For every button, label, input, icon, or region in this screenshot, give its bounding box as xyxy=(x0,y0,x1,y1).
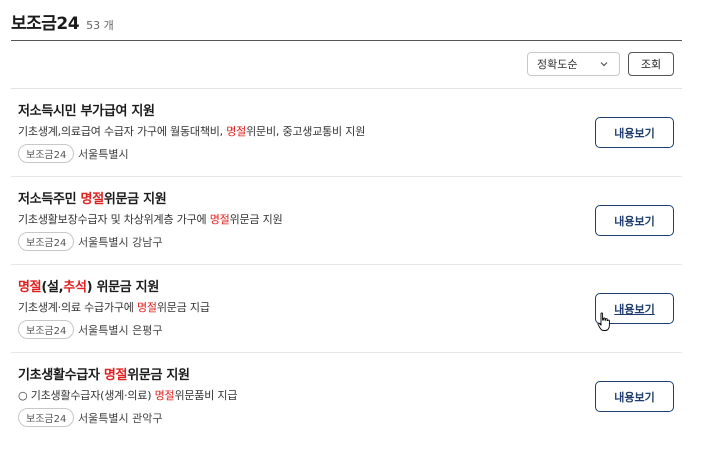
page-title: 보조금24 xyxy=(11,14,80,34)
item-description: 기초생활보장수급자 및 차상위계층 가구에 명절위문금 지원 xyxy=(18,213,283,226)
search-button[interactable]: 조회 xyxy=(628,52,674,76)
chevron-down-icon xyxy=(600,62,608,67)
source-tag: 보조금24 xyxy=(18,320,75,339)
page-header: 보조금24 53 개 xyxy=(11,9,114,34)
list-item: 기초생활수급자 명절위문금 지원 ○ 기초생활수급자(생계·의료) 명절위문품비… xyxy=(11,353,682,441)
view-details-button[interactable]: 내용보기 xyxy=(595,205,674,236)
sort-select-value: 정확도순 xyxy=(537,58,578,71)
view-details-button[interactable]: 내용보기 xyxy=(595,381,674,412)
item-region: 서울특별시 은평구 xyxy=(78,324,163,337)
item-title[interactable]: 명절(설,추석) 위문금 지원 xyxy=(18,276,159,295)
item-description: ○ 기초생활수급자(생계·의료) 명절위문품비 지급 xyxy=(18,389,238,402)
view-details-button[interactable]: 내용보기 xyxy=(595,117,674,148)
item-title[interactable]: 기초생활수급자 명절위문금 지원 xyxy=(18,364,190,383)
item-region: 서울특별시 관악구 xyxy=(78,412,163,425)
source-tag: 보조금24 xyxy=(18,408,75,427)
item-region: 서울특별시 강남구 xyxy=(78,236,163,249)
source-tag: 보조금24 xyxy=(18,144,75,163)
list-item: 저소득주민 명절위문금 지원 기초생활보장수급자 및 차상위계층 가구에 명절위… xyxy=(11,177,682,265)
source-tag: 보조금24 xyxy=(18,232,75,251)
item-region: 서울특별시 xyxy=(78,148,129,161)
item-description: 기초생계·의료 수급가구에 명절위문금 지급 xyxy=(18,301,210,314)
result-count: 53 개 xyxy=(86,19,114,32)
item-description: 기초생계,의료급여 수급자 가구에 월동대책비, 명절위문비, 중고생교통비 지… xyxy=(18,125,366,138)
list-item: 명절(설,추석) 위문금 지원 기초생계·의료 수급가구에 명절위문금 지급 보… xyxy=(11,265,682,353)
sort-select[interactable]: 정확도순 xyxy=(527,52,620,76)
list-item: 저소득시민 부가급여 지원 기초생계,의료급여 수급자 가구에 월동대책비, 명… xyxy=(11,89,682,177)
hand-pointer-icon xyxy=(597,312,610,331)
header-divider xyxy=(11,40,682,41)
item-title[interactable]: 저소득주민 명절위문금 지원 xyxy=(18,188,167,207)
item-title[interactable]: 저소득시민 부가급여 지원 xyxy=(18,100,155,119)
